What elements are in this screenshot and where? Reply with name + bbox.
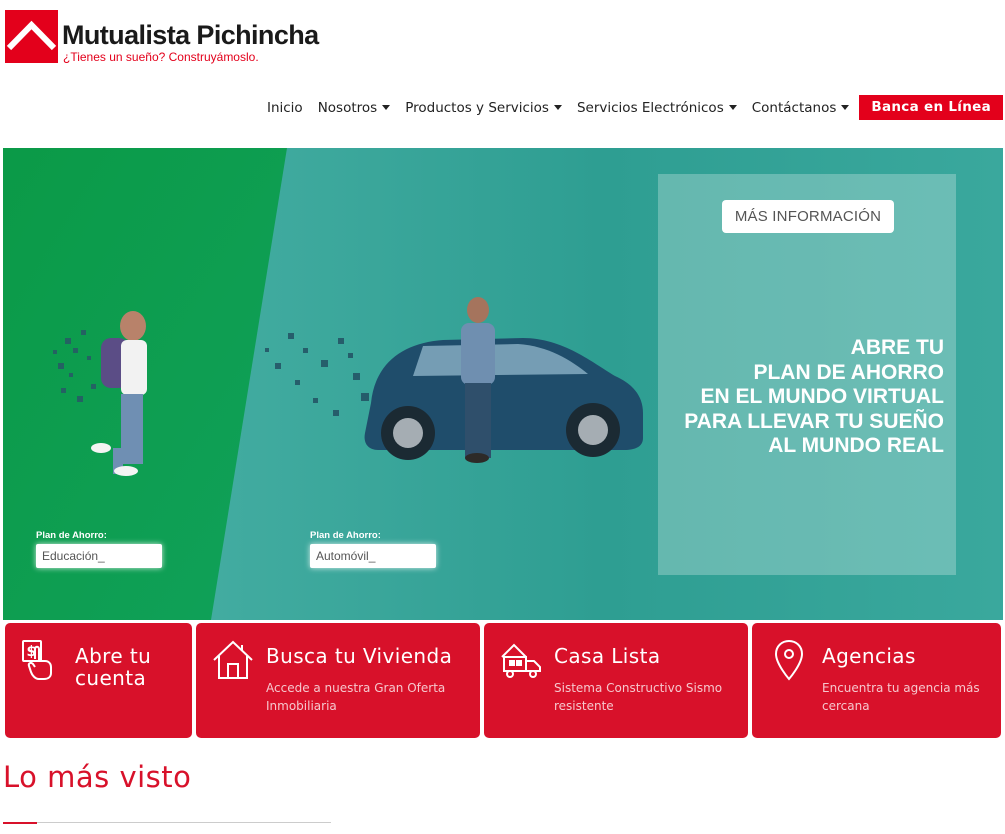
brand-name: Mutualista Pichincha: [62, 20, 319, 50]
card-subtitle: Accede a nuestra Gran Oferta Inmobiliari…: [266, 681, 446, 713]
hero-headline-line: EN EL MUNDO VIRTUAL: [700, 385, 944, 408]
hero-headline-line: AL MUNDO REAL: [768, 434, 944, 457]
section-title: Lo más visto: [3, 760, 192, 794]
section-divider: [3, 822, 331, 823]
plan-value-educacion: Educación_: [36, 544, 162, 568]
mas-informacion-button[interactable]: MÁS INFORMACIÓN: [722, 200, 894, 233]
nav-item-label: Servicios Electrónicos: [576, 99, 724, 116]
card-abre-tu-cuenta[interactable]: $ Abre tu cuenta: [5, 623, 192, 738]
plan-label-educacion: Plan de Ahorro:: [36, 530, 107, 541]
card-agencias[interactable]: Agencias Encuentra tu agencia más cercan…: [752, 623, 1001, 738]
card-casa-lista[interactable]: Casa Lista Sistema Constructivo Sismo re…: [484, 623, 748, 738]
location-pin-icon: [768, 639, 810, 681]
caret-down-icon: [553, 105, 562, 110]
card-subtitle: Encuentra tu agencia más cercana: [822, 681, 980, 713]
plan-label-automovil: Plan de Ahorro:: [310, 530, 381, 541]
nav-item-label: Inicio: [266, 99, 303, 116]
truck-house-icon: [500, 639, 542, 681]
card-title: Casa Lista: [554, 644, 661, 668]
caret-down-icon: [728, 105, 737, 110]
banca-en-linea-button[interactable]: Banca en Línea: [859, 95, 1003, 120]
card-title: Abre tu cuenta: [75, 644, 152, 690]
nav-item-contactanos[interactable]: Contáctanos: [752, 100, 850, 116]
card-subtitle: Sistema Constructivo Sismo resistente: [554, 681, 723, 713]
main-nav: Inicio Nosotros Productos y Servicios Se…: [252, 95, 1003, 120]
hero-headline-line: PLAN DE AHORRO: [753, 360, 944, 384]
card-busca-tu-vivienda[interactable]: Busca tu Vivienda Accede a nuestra Gran …: [196, 623, 480, 738]
nav-item-productos-servicios[interactable]: Productos y Servicios: [405, 100, 562, 116]
caret-down-icon: [841, 105, 850, 110]
hero-headline: ABRE TU PLAN DE AHORRO EN EL MUNDO VIRTU…: [684, 336, 944, 459]
hero-banner[interactable]: MÁS INFORMACIÓN ABRE TU PLAN DE AHORRO E…: [3, 148, 1003, 620]
caret-down-icon: [382, 105, 391, 110]
card-title: Busca tu Vivienda: [266, 644, 453, 668]
house-icon: [212, 639, 254, 681]
nav-item-inicio[interactable]: Inicio: [267, 100, 303, 116]
nav-item-label: Productos y Servicios: [405, 99, 549, 116]
nav-item-label: Nosotros: [317, 99, 378, 116]
info-panel: MÁS INFORMACIÓN ABRE TU PLAN DE AHORRO E…: [658, 174, 956, 575]
hero-headline-line: PARA LLEVAR TU SUEÑO: [684, 409, 944, 433]
logo-roof-icon: [5, 10, 58, 63]
hand-money-icon: $: [21, 639, 63, 681]
nav-item-servicios-electronicos[interactable]: Servicios Electrónicos: [577, 100, 737, 116]
brand-logo[interactable]: Mutualista Pichincha ¿Tienes un sueño? C…: [5, 10, 319, 68]
hero-headline-line: ABRE TU: [850, 336, 944, 359]
brand-slogan: ¿Tienes un sueño? Construyámoslo.: [63, 50, 259, 64]
section-divider-accent: [3, 822, 37, 824]
plan-value-automovil: Automóvil_: [310, 544, 436, 568]
card-title: Agencias: [822, 644, 916, 668]
nav-item-nosotros[interactable]: Nosotros: [318, 100, 391, 116]
nav-item-label: Contáctanos: [751, 99, 837, 116]
